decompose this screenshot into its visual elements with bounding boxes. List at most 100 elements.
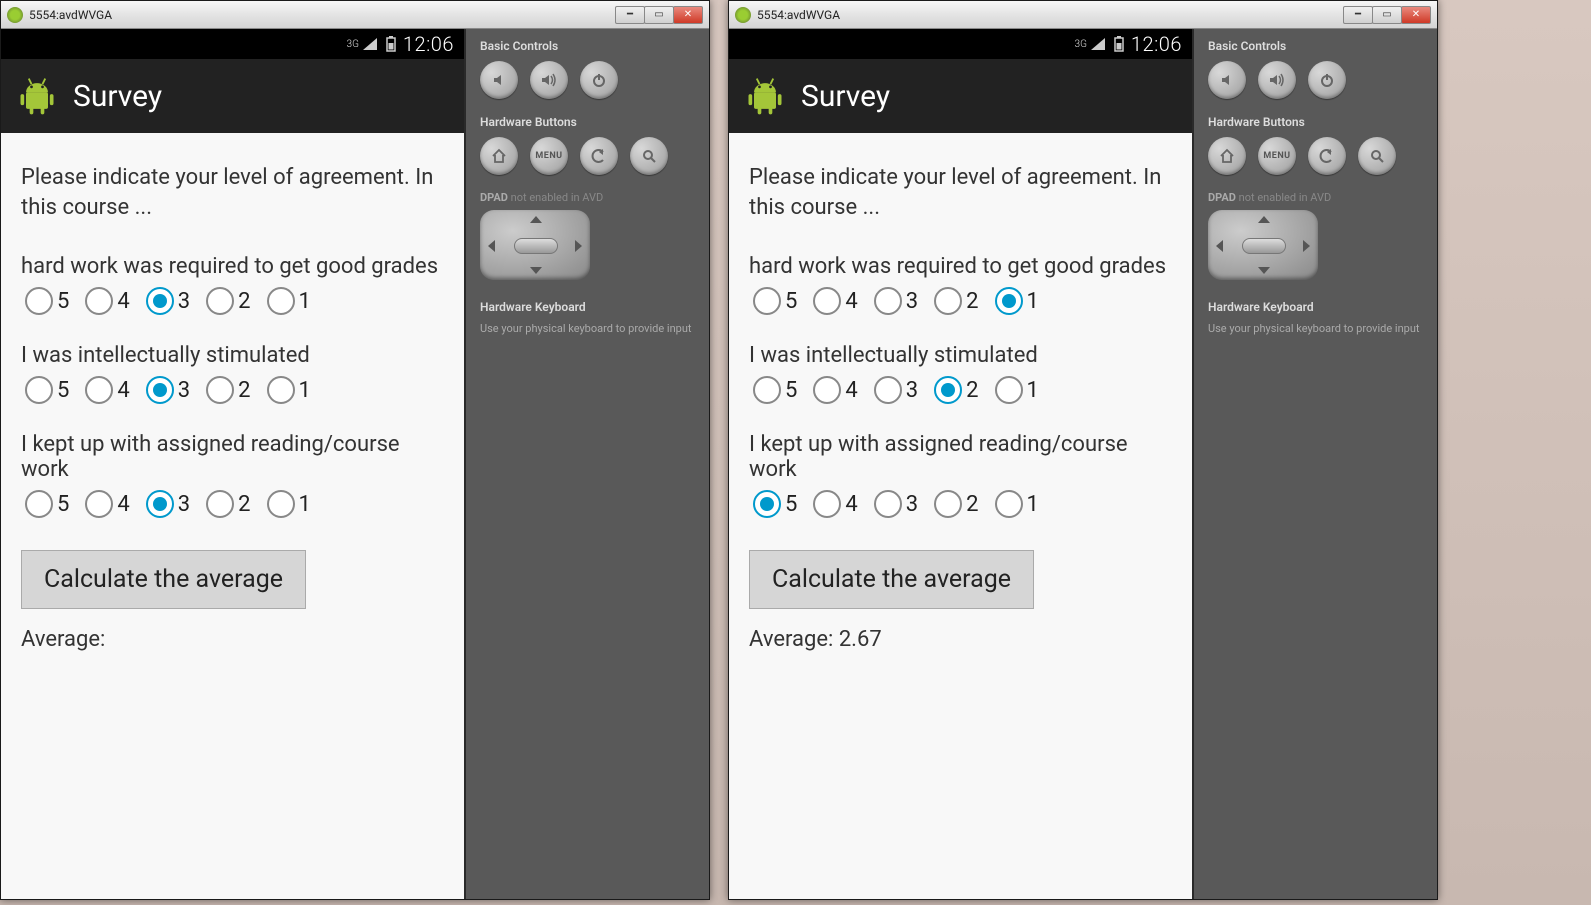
emulator-side-panel: Basic Controls Hardware Buttons MENU (466, 29, 709, 899)
back-button[interactable] (580, 137, 618, 175)
volume-up-button[interactable] (1258, 61, 1296, 99)
calculate-button[interactable]: Calculate the average (749, 550, 1034, 609)
android-emulator-icon (7, 7, 23, 23)
radio-q1-2[interactable] (206, 287, 234, 315)
home-button[interactable] (1208, 137, 1246, 175)
radio-q3-4[interactable] (813, 490, 841, 518)
basic-controls-header: Basic Controls (480, 39, 695, 53)
dpad-up-icon (530, 216, 542, 223)
radio-q3-3[interactable] (874, 490, 902, 518)
volume-down-button[interactable] (1208, 61, 1246, 99)
device-screen: 3G 12:06 (729, 29, 1194, 899)
power-button[interactable] (580, 61, 618, 99)
radio-q3-4[interactable] (85, 490, 113, 518)
basic-controls-header: Basic Controls (1208, 39, 1423, 53)
radio-q3-3[interactable] (146, 490, 174, 518)
search-button[interactable] (1358, 137, 1396, 175)
dpad-left-icon (488, 240, 495, 252)
back-button[interactable] (1308, 137, 1346, 175)
keyboard-header: Hardware Keyboard (480, 300, 695, 314)
menu-button[interactable]: MENU (1258, 137, 1296, 175)
radio-q2-4[interactable] (813, 376, 841, 404)
device-screen: 3G 12:06 (1, 29, 466, 899)
minimize-button[interactable]: ━ (1343, 6, 1373, 24)
radio-q1-3[interactable] (874, 287, 902, 315)
window-controls: ━ ▭ ✕ (1344, 6, 1431, 24)
radio-q2-2[interactable] (206, 376, 234, 404)
emulator-window-right: 5554:avdWVGA ━ ▭ ✕ 3G 12:06 (728, 0, 1438, 900)
radio-q2-1[interactable] (995, 376, 1023, 404)
survey-content: Please indicate your level of agreement.… (729, 133, 1192, 899)
radio-q2-5[interactable] (753, 376, 781, 404)
radio-q1-4[interactable] (813, 287, 841, 315)
close-button[interactable]: ✕ (1401, 6, 1431, 24)
power-button[interactable] (1308, 61, 1346, 99)
radio-q1-2[interactable] (934, 287, 962, 315)
question-3: I kept up with assigned reading/course w… (749, 432, 1172, 482)
volume-up-button[interactable] (530, 61, 568, 99)
radio-q2-5[interactable] (25, 376, 53, 404)
dpad-down-icon (1258, 267, 1270, 274)
radio-q3-1[interactable] (267, 490, 295, 518)
average-result: Average: 2.67 (749, 627, 1172, 652)
dpad-control (1208, 210, 1318, 280)
hardware-buttons-header: Hardware Buttons (480, 115, 695, 129)
window-titlebar: 5554:avdWVGA ━ ▭ ✕ (1, 1, 709, 29)
search-button[interactable] (630, 137, 668, 175)
dpad-left-icon (1216, 240, 1223, 252)
survey-prompt: Please indicate your level of agreement.… (749, 163, 1172, 222)
home-button[interactable] (480, 137, 518, 175)
question-3: I kept up with assigned reading/course w… (21, 432, 444, 482)
radio-q2-3[interactable] (874, 376, 902, 404)
radio-q3-1[interactable] (995, 490, 1023, 518)
radio-q1-4[interactable] (85, 287, 113, 315)
maximize-button[interactable]: ▭ (1372, 6, 1402, 24)
radio-q1-3[interactable] (146, 287, 174, 315)
question-2: I was intellectually stimulated (749, 343, 1172, 368)
radio-q2-2[interactable] (934, 376, 962, 404)
radio-q3-5[interactable] (25, 490, 53, 518)
radio-q3-2[interactable] (206, 490, 234, 518)
window-controls: ━ ▭ ✕ (616, 6, 703, 24)
volume-down-button[interactable] (480, 61, 518, 99)
action-bar: Survey (729, 59, 1192, 133)
menu-button[interactable]: MENU (530, 137, 568, 175)
maximize-button[interactable]: ▭ (644, 6, 674, 24)
radio-q1-1[interactable] (267, 287, 295, 315)
radio-q1-1[interactable] (995, 287, 1023, 315)
radio-q2-1[interactable] (267, 376, 295, 404)
dpad-down-icon (530, 267, 542, 274)
radio-q3-2[interactable] (934, 490, 962, 518)
radio-q2-3[interactable] (146, 376, 174, 404)
page-title: Survey (73, 79, 162, 114)
emulator-side-panel: Basic Controls Hardware Buttons MENU (1194, 29, 1437, 899)
clock: 12:06 (1131, 32, 1182, 56)
keyboard-header: Hardware Keyboard (1208, 300, 1423, 314)
close-button[interactable]: ✕ (673, 6, 703, 24)
survey-content: Please indicate your level of agreement.… (1, 133, 464, 899)
radio-group-1: 5 4 3 2 1 (749, 287, 1172, 315)
page-title: Survey (801, 79, 890, 114)
radio-q3-5[interactable] (753, 490, 781, 518)
dpad-label: DPAD not enabled in AVD (1208, 191, 1423, 204)
android-emulator-icon (735, 7, 751, 23)
radio-q1-5[interactable] (25, 287, 53, 315)
question-2: I was intellectually stimulated (21, 343, 444, 368)
radio-q1-5[interactable] (753, 287, 781, 315)
calculate-button[interactable]: Calculate the average (21, 550, 306, 609)
dpad-label: DPAD not enabled in AVD (480, 191, 695, 204)
radio-group-1: 5 4 3 2 1 (21, 287, 444, 315)
network-icon: 3G (347, 36, 379, 52)
android-statusbar: 3G 12:06 (729, 29, 1192, 59)
clock: 12:06 (403, 32, 454, 56)
battery-icon (1113, 35, 1125, 53)
minimize-button[interactable]: ━ (615, 6, 645, 24)
radio-group-2: 5 4 3 2 1 (749, 376, 1172, 404)
action-bar: Survey (1, 59, 464, 133)
survey-prompt: Please indicate your level of agreement.… (21, 163, 444, 222)
keyboard-note: Use your physical keyboard to provide in… (480, 322, 695, 336)
radio-q2-4[interactable] (85, 376, 113, 404)
window-title: 5554:avdWVGA (757, 8, 840, 22)
app-icon (15, 74, 59, 118)
keyboard-note: Use your physical keyboard to provide in… (1208, 322, 1423, 336)
